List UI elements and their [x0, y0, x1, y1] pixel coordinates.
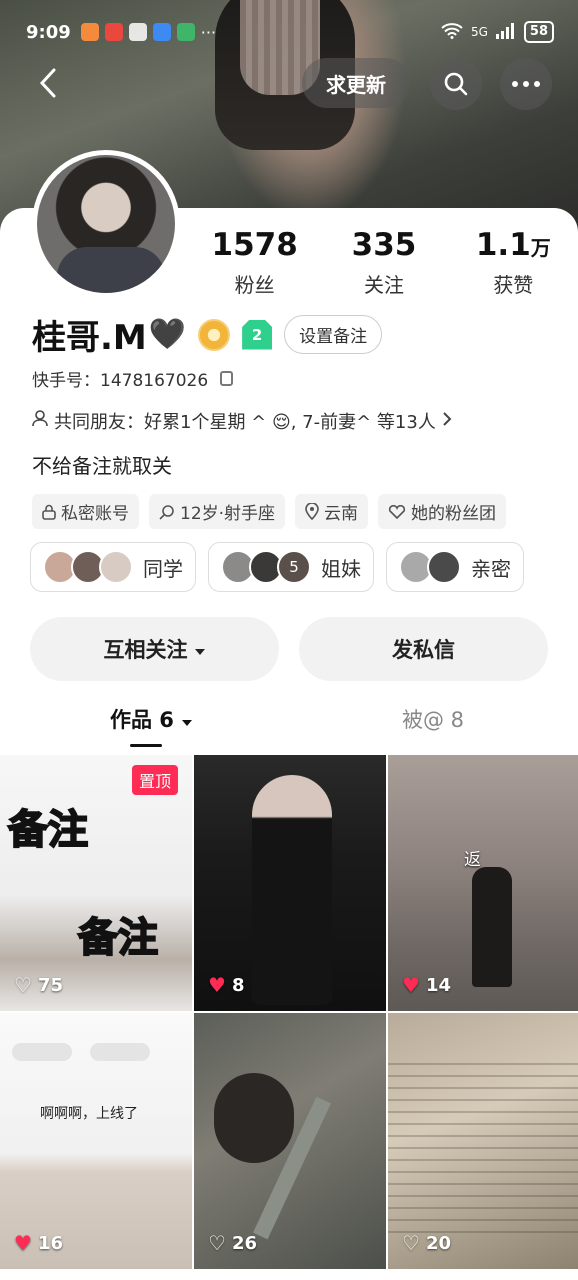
video-caption: 啊啊啊，上线了	[40, 1106, 138, 1122]
top-nav: 求更新	[0, 56, 578, 112]
level-badge[interactable]: 2	[242, 319, 273, 350]
like-count: ♥ 14	[402, 973, 451, 997]
heart-outline-icon: ♡	[208, 1231, 226, 1255]
copy-icon[interactable]	[220, 371, 234, 386]
heart-outline-icon: ♡	[14, 973, 32, 997]
avatar	[427, 550, 461, 584]
content-tabs: 作品 6 被@ 8	[0, 700, 578, 750]
bird-notification-icon	[152, 23, 171, 41]
video-tile[interactable]: 啊啊啊，上线了 ♥ 16	[0, 1013, 192, 1269]
pinned-badge: 置顶	[132, 765, 179, 795]
profile-stats: 1578 粉丝 335 关注 1.1万 获赞	[190, 228, 578, 298]
video-tile[interactable]: ♥ 8	[194, 755, 386, 1011]
more-notifications-icon: ···	[200, 23, 217, 42]
status-app-icons: ···	[80, 23, 217, 42]
friend-groups: 同学 5 姐妹 亲密	[30, 542, 578, 592]
battery-icon: 58	[523, 21, 554, 43]
stat-likes[interactable]: 1.1万 获赞	[449, 228, 578, 298]
more-icon[interactable]	[500, 58, 552, 110]
like-count: ♡ 26	[208, 1231, 257, 1255]
send-message-button[interactable]: 发私信	[299, 617, 548, 681]
group-label: 同学	[143, 556, 183, 581]
tag-private-account: 私密账号	[32, 494, 139, 529]
caret-down-icon	[182, 720, 193, 726]
group-close[interactable]: 亲密	[386, 542, 524, 592]
heart-filled-icon: ♥	[402, 973, 420, 997]
chevron-right-icon	[442, 411, 452, 432]
kuaishou-id: 快手号：1478167026	[32, 371, 209, 391]
fan-club-heart-icon	[388, 504, 406, 519]
person-icon	[32, 410, 48, 432]
group-classmates[interactable]: 同学	[30, 542, 196, 592]
status-right: 5G 58	[441, 21, 554, 43]
tab-mentioned[interactable]: 被@ 8	[402, 704, 464, 734]
like-count: ♡ 75	[14, 973, 63, 997]
stat-label: 获赞	[493, 273, 534, 297]
tag-age-zodiac: 12岁·射手座	[149, 494, 286, 529]
request-update-button[interactable]: 求更新	[302, 58, 410, 108]
avatar[interactable]	[32, 150, 180, 298]
group-label: 亲密	[471, 556, 511, 581]
like-count: ♡ 20	[402, 1231, 451, 1255]
tab-indicator	[130, 744, 162, 747]
network-label: 5G	[470, 25, 488, 39]
video-tile[interactable]: ♡ 26	[194, 1013, 386, 1269]
camera-notification-icon	[104, 23, 123, 41]
video-overlay-text: 备注	[77, 914, 159, 962]
stat-value: 335	[351, 227, 417, 263]
video-tile[interactable]: 返 ♥ 14	[388, 755, 578, 1011]
mutual-follow-button[interactable]: 互相关注	[30, 617, 279, 681]
stat-following[interactable]: 335 关注	[319, 228, 448, 298]
kuaishou-id-row: 快手号：1478167026	[32, 366, 234, 391]
tag-row: 私密账号 12岁·射手座 云南 她的粉丝团	[32, 494, 507, 529]
stat-label: 粉丝	[234, 273, 275, 297]
gender-icon	[159, 504, 174, 520]
caret-down-icon	[194, 637, 206, 661]
avatar	[99, 550, 133, 584]
tag-fan-club[interactable]: 她的粉丝团	[378, 494, 507, 529]
mutual-friends-row[interactable]: 共同朋友：好累1个星期 ^ 😌, 7-前妻^ 等13人	[32, 408, 452, 434]
name-row: 桂哥.M 🖤 2 设置备注	[32, 310, 383, 359]
heart-filled-icon: ♥	[208, 973, 226, 997]
black-heart-icon: 🖤	[148, 317, 187, 352]
signal-icon	[495, 22, 516, 42]
video-grid: 备注 备注 置顶 ♡ 75 ♥ 8 返 ♥ 14 啊啊啊，上线了 ♥ 16 ♡ 26 ♡ 2…	[0, 755, 578, 1269]
status-bar: 9:09 ··· 5G 58	[26, 18, 554, 46]
heart-filled-icon: ♥	[14, 1231, 32, 1255]
creator-badge-icon[interactable]	[198, 318, 231, 351]
stat-value: 1.1	[475, 227, 531, 263]
check-notification-icon	[128, 23, 147, 41]
heart-outline-icon: ♡	[402, 1231, 420, 1255]
group-label: 姐妹	[321, 556, 361, 581]
mutual-friends-text: 共同朋友：好累1个星期 ^ 😌, 7-前妻^ 等13人	[54, 412, 436, 433]
tab-works[interactable]: 作品 6	[110, 704, 193, 734]
set-remark-button[interactable]: 设置备注	[284, 315, 383, 354]
app-notification-icon	[80, 23, 99, 41]
profile-name: 桂哥.M	[32, 318, 147, 358]
video-tile[interactable]: 备注 备注 置顶 ♡ 75	[0, 755, 192, 1011]
tag-location: 云南	[295, 494, 369, 529]
lock-icon	[42, 504, 56, 520]
chat-notification-icon	[176, 23, 195, 41]
bio: 不给备注就取关	[32, 454, 172, 478]
location-pin-icon	[305, 503, 319, 520]
search-icon[interactable]	[430, 58, 482, 110]
stat-followers[interactable]: 1578 粉丝	[190, 228, 319, 298]
status-time: 9:09	[26, 21, 71, 43]
stat-value: 1578	[211, 227, 298, 263]
action-buttons: 互相关注 发私信	[30, 617, 548, 681]
stat-label: 关注	[363, 273, 404, 297]
group-count: 5	[277, 550, 311, 584]
video-overlay-text: 备注	[7, 806, 89, 854]
video-tile[interactable]: ♡ 20	[388, 1013, 578, 1269]
group-sisters[interactable]: 5 姐妹	[208, 542, 374, 592]
wifi-icon	[441, 22, 463, 42]
back-icon[interactable]	[36, 66, 66, 100]
video-caption: 返	[464, 850, 481, 870]
like-count: ♥ 8	[208, 973, 245, 997]
like-count: ♥ 16	[14, 1231, 63, 1255]
stat-unit: 万	[530, 236, 551, 260]
